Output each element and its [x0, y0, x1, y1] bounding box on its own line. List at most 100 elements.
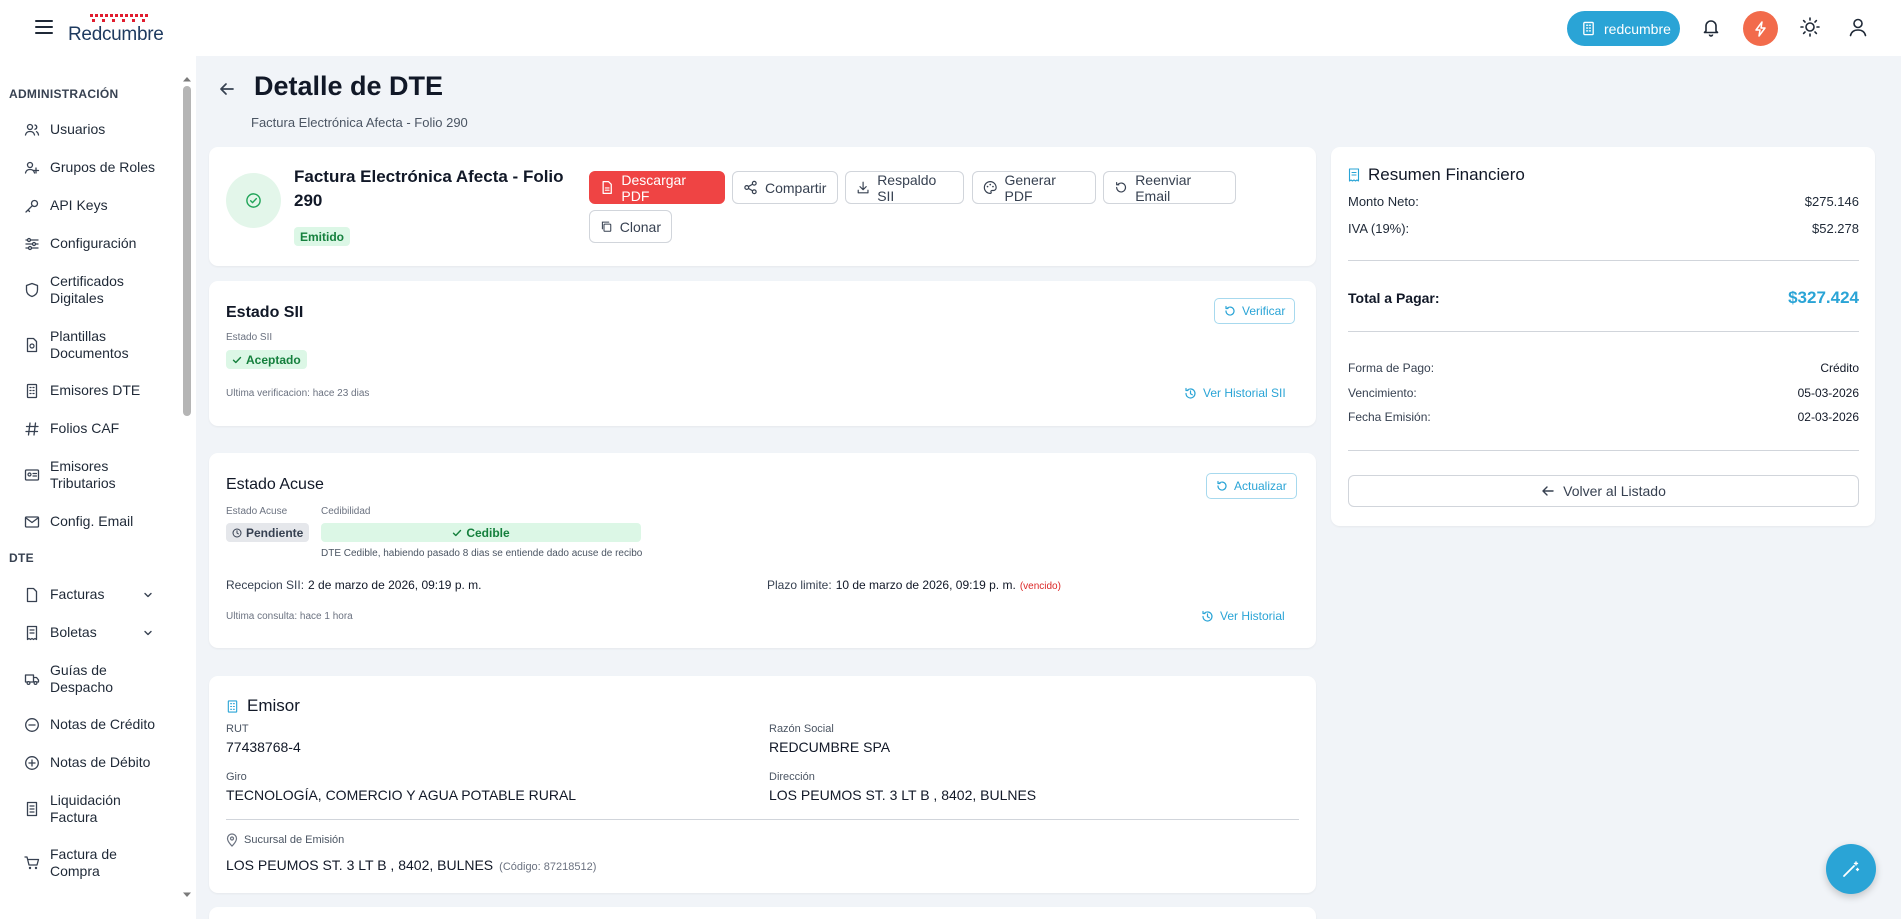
last-verification-text: Ultima verificacion: hace 23 dias	[226, 388, 370, 399]
generate-pdf-label: Generar PDF	[1004, 171, 1056, 204]
sidebar-item-liquidacion-factura[interactable]: Liquidación Factura	[24, 792, 174, 826]
receipt-icon	[1348, 168, 1360, 182]
sun-icon[interactable]	[1799, 16, 1821, 38]
resend-email-label: Reenviar Email	[1135, 171, 1192, 204]
map-pin-icon	[226, 833, 238, 847]
cart-icon	[24, 856, 40, 870]
clock-icon	[232, 528, 242, 537]
neto-label: Monto Neto:	[1348, 194, 1419, 209]
magic-wand-button[interactable]	[1826, 844, 1876, 894]
sidebar-item-usuarios[interactable]: Usuarios	[24, 121, 174, 138]
file-pdf-icon	[602, 181, 612, 194]
direccion-value: LOS PEUMOS ST. 3 LT B , 8402, BULNES	[769, 787, 1037, 803]
total-value: $327.424	[1788, 288, 1859, 307]
verify-button[interactable]: Verificar	[1214, 298, 1296, 324]
building-icon	[26, 383, 38, 398]
bolt-icon[interactable]	[1743, 11, 1778, 46]
user-group-icon	[24, 161, 40, 174]
sii-history-label: Ver Historial SII	[1203, 386, 1286, 400]
total-row: Total a Pagar: $327.424	[1348, 288, 1859, 308]
user-icon[interactable]	[1847, 16, 1869, 38]
sidebar-item-label: Emisores Tributarios	[50, 458, 116, 491]
sidebar-item-emisores-dte[interactable]: Emisores DTE	[24, 382, 174, 399]
deadline-label: Plazo limite:	[767, 578, 832, 592]
update-button[interactable]: Actualizar	[1206, 473, 1297, 499]
divider	[226, 819, 1299, 820]
sidebar-item-folios-caf[interactable]: Folios CAF	[24, 420, 174, 437]
estado-sii-title: Estado SII	[226, 304, 304, 321]
share-button[interactable]: Compartir	[732, 171, 838, 204]
resend-email-button[interactable]: Reenviar Email	[1103, 171, 1236, 204]
refresh-icon	[1217, 480, 1227, 491]
status-badge: Emitido	[294, 227, 350, 246]
sidebar-item-notas-de-debito[interactable]: Notas de Débito	[24, 754, 174, 771]
chevron-down-icon[interactable]	[142, 627, 154, 639]
sidebar-item-configuracion[interactable]: Configuración	[24, 235, 174, 252]
share-label: Compartir	[765, 179, 827, 196]
forma-pago-row: Forma de Pago: Crédito	[1348, 361, 1859, 375]
sucursal-label: Sucursal de Emisión	[244, 834, 345, 846]
sucursal-value: LOS PEUMOS ST. 3 LT B , 8402, BULNES	[226, 857, 494, 873]
logo[interactable]: Redcumbre	[68, 14, 173, 45]
sidebar-item-label: Boletas	[50, 624, 97, 640]
sidebar-item-label: Certificados Digitales	[50, 273, 124, 306]
bell-icon[interactable]	[1700, 16, 1722, 38]
backup-sii-button[interactable]: Respaldo SII	[845, 171, 964, 204]
sidebar-item-guias-de-despacho[interactable]: Guías de Despacho	[24, 662, 174, 696]
sidebar-item-config-email[interactable]: Config. Email	[24, 513, 174, 530]
refresh-icon	[1225, 305, 1235, 316]
next-card	[209, 907, 1316, 919]
chevron-down-icon[interactable]	[142, 589, 154, 601]
emisor-card: Emisor RUT 77438768-4 Razón Social REDCU…	[209, 676, 1316, 893]
download-icon	[857, 181, 869, 194]
estado-acuse-card: Estado Acuse Actualizar Estado Acuse Pen…	[209, 453, 1316, 648]
generate-pdf-button[interactable]: Generar PDF	[972, 171, 1096, 204]
receipt-icon	[26, 625, 38, 640]
back-to-list-button[interactable]: Volver al Listado	[1348, 475, 1859, 507]
document-title: Factura Electrónica Afecta - Folio 290	[294, 167, 564, 210]
sidebar-item-emisores-tributarios[interactable]: Emisores Tributarios	[24, 458, 174, 492]
razon-social-label: Razón Social	[769, 723, 834, 735]
scroll-down-icon[interactable]	[182, 891, 192, 899]
iva-label: IVA (19%):	[1348, 221, 1410, 236]
sidebar-item-api-keys[interactable]: API Keys	[24, 197, 174, 214]
sidebar-item-label: Notas de Crédito	[50, 716, 156, 732]
top-bar: Redcumbre redcumbre	[0, 0, 1901, 56]
sidebar-item-notas-de-credito[interactable]: Notas de Crédito	[24, 716, 174, 733]
emisor-header: Emisor	[226, 696, 300, 716]
sii-history-link[interactable]: Ver Historial SII	[1184, 386, 1286, 400]
sidebar-item-factura-de-compra[interactable]: Factura de Compra	[24, 846, 174, 880]
sidebar-scrollbar[interactable]	[183, 86, 191, 416]
direccion-label: Dirección	[769, 771, 815, 783]
download-pdf-label: Descargar PDF	[621, 171, 686, 204]
acuse-status-badge: Pendiente	[226, 523, 310, 542]
cedibilidad-label: Cedibilidad	[321, 506, 371, 517]
sidebar-item-label: Emisores DTE	[50, 382, 141, 398]
menu-icon[interactable]	[34, 17, 54, 37]
plus-circle-icon	[25, 755, 39, 770]
iva-row: IVA (19%): $52.278	[1348, 221, 1859, 236]
acuse-history-link[interactable]: Ver Historial	[1201, 609, 1285, 623]
back-arrow-icon[interactable]	[218, 80, 236, 98]
sidebar-item-label: Liquidación Factura	[50, 792, 121, 825]
wand-icon	[1843, 861, 1860, 877]
building-icon	[227, 699, 238, 713]
file-icon	[26, 587, 38, 602]
vencimiento-label: Vencimiento:	[1348, 386, 1417, 400]
clone-button[interactable]: Clonar	[589, 210, 672, 243]
sidebar-item-certificados-digitales[interactable]: Certificados Digitales	[24, 273, 174, 307]
scroll-up-icon[interactable]	[182, 75, 192, 83]
download-pdf-button[interactable]: Descargar PDF	[589, 171, 725, 204]
sidebar-item-plantillas-documentos[interactable]: Plantillas Documentos	[24, 328, 174, 362]
palette-icon	[983, 181, 997, 194]
iva-value: $52.278	[1812, 221, 1859, 236]
sidebar-item-label: Config. Email	[50, 513, 134, 529]
organization-button[interactable]: redcumbre	[1567, 11, 1680, 46]
sidebar-item-label: Facturas	[50, 586, 105, 602]
update-label: Actualizar	[1234, 479, 1287, 493]
sidebar-item-grupos-de-roles[interactable]: Grupos de Roles	[24, 159, 174, 176]
sidebar-item-label: Configuración	[50, 235, 137, 251]
history-icon	[1185, 387, 1196, 399]
deadline-status: (vencido)	[1019, 581, 1061, 592]
back-to-list-label: Volver al Listado	[1563, 483, 1666, 499]
